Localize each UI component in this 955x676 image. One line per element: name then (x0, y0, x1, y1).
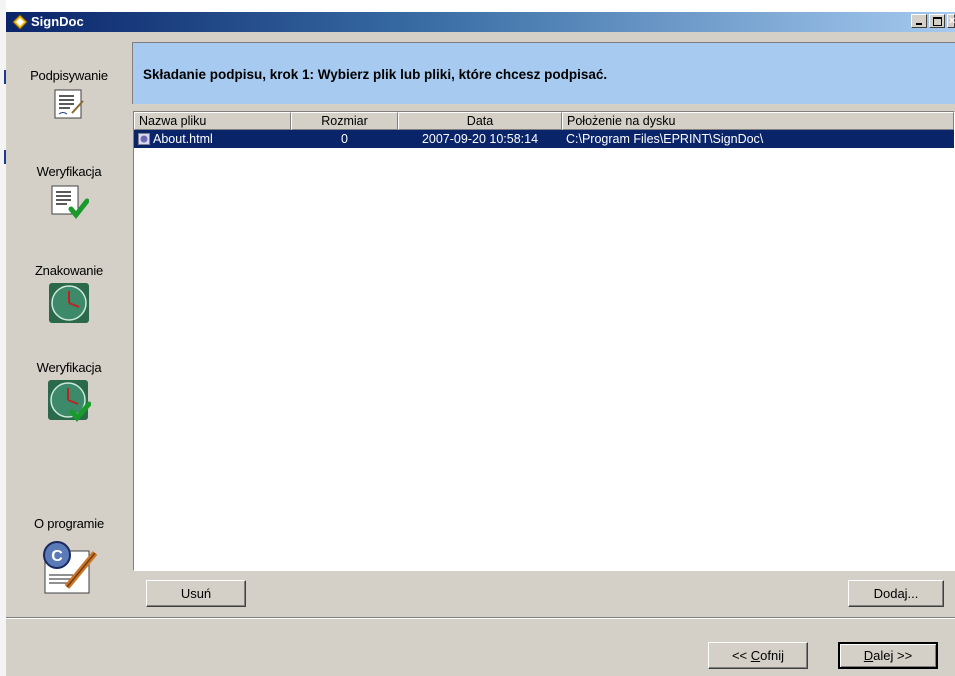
remove-button[interactable]: Usuń (146, 580, 246, 607)
sidebar-item-label: O programie (33, 516, 105, 531)
cell-date: 2007-09-20 10:58:14 (421, 132, 539, 146)
minimize-icon (916, 23, 922, 25)
document-verify-icon (51, 185, 89, 219)
sidebar-item-signing[interactable]: Podpisywanie (6, 68, 132, 121)
table-row[interactable]: About.html 0 2007-09-20 10:58:14 C:\Prog… (134, 130, 954, 148)
window-title: SignDoc (31, 14, 84, 29)
file-name: About.html (153, 132, 213, 146)
close-button[interactable]: × (947, 14, 955, 28)
sidebar-item-label: Weryfikacja (36, 164, 102, 179)
sidebar-item-timestamping[interactable]: Znakowanie (6, 263, 132, 324)
back-label-prefix: << (731, 648, 751, 663)
sidebar-item-label: Weryfikacja (36, 360, 102, 375)
footer-separator-highlight (6, 618, 955, 619)
cell-name: About.html (134, 130, 291, 148)
sidebar-item-timestamp-verification[interactable]: Weryfikacja (6, 360, 132, 423)
sidebar-item-about[interactable]: O programie C (6, 516, 132, 597)
back-button[interactable]: << Cofnij (708, 642, 808, 669)
step-heading: Składanie podpisu, krok 1: Wybierz plik … (143, 67, 608, 82)
maximize-button[interactable] (929, 14, 945, 28)
svg-text:C: C (51, 548, 63, 565)
certificate-icon: C (43, 541, 98, 594)
title-bar[interactable]: SignDoc × (6, 12, 955, 32)
maximize-icon (933, 17, 942, 26)
main-window: Podpisywanie Weryfikacja Znakowanie Wery… (6, 32, 955, 676)
sidebar-item-label: Znakowanie (34, 263, 104, 278)
column-size[interactable]: Rozmiar (291, 112, 398, 130)
sidebar: Podpisywanie Weryfikacja Znakowanie Wery… (6, 32, 132, 617)
add-button[interactable]: Dodaj... (848, 580, 944, 607)
sidebar-item-verification[interactable]: Weryfikacja (6, 164, 132, 221)
cell-size: 0 (341, 132, 348, 146)
step-banner: Składanie podpisu, krok 1: Wybierz plik … (132, 42, 955, 104)
html-file-icon (138, 133, 150, 145)
app-icon (12, 14, 28, 30)
main-panel: Składanie podpisu, krok 1: Wybierz plik … (132, 42, 955, 617)
minimize-button[interactable] (911, 14, 927, 28)
file-list[interactable]: Nazwa pliku Rozmiar Data Położenie na dy… (133, 111, 955, 571)
sidebar-item-label: Podpisywanie (30, 68, 108, 83)
column-location[interactable]: Położenie na dysku (562, 112, 954, 130)
column-name[interactable]: Nazwa pliku (134, 112, 291, 130)
next-label-rest: alej >> (873, 648, 913, 663)
clock-icon (49, 283, 89, 323)
file-list-header: Nazwa pliku Rozmiar Data Położenie na dy… (134, 112, 954, 130)
clock-verify-icon (48, 380, 91, 422)
column-date[interactable]: Data (398, 112, 562, 130)
back-label-rest: ofnij (760, 648, 785, 663)
back-label-accel: C (750, 648, 761, 663)
next-button[interactable]: Dalej >> (838, 642, 938, 669)
document-sign-icon (54, 89, 84, 119)
close-icon: × (949, 15, 955, 27)
cell-location: C:\Program Files\EPRINT\SignDoc\ (566, 132, 764, 146)
next-label-accel: D (863, 648, 874, 663)
